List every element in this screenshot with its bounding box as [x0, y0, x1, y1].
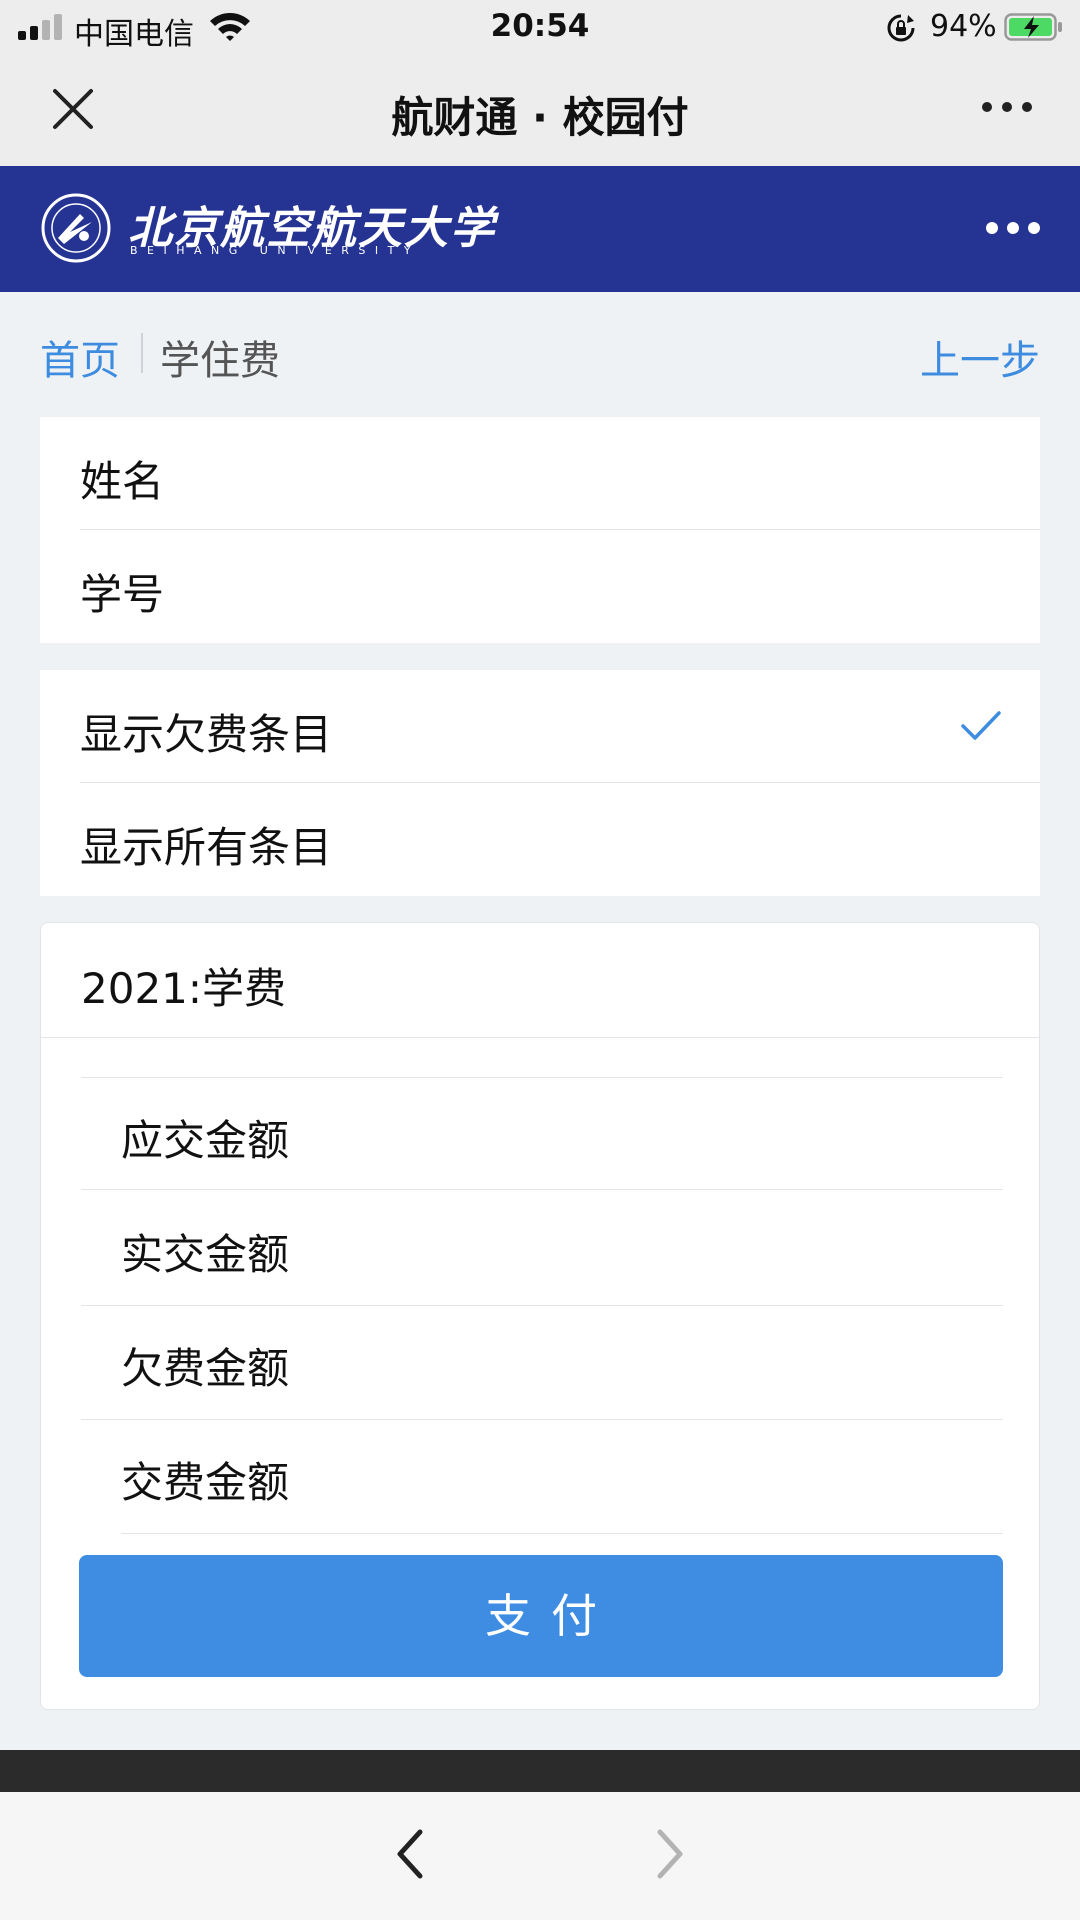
chevron-right-icon — [657, 1829, 683, 1879]
amount-owed-label: 欠费金额 — [121, 1344, 290, 1393]
university-name-en: BEIHANG UNIVERSITY — [130, 244, 421, 257]
checkmark-icon — [961, 711, 1001, 740]
university-logo — [41, 193, 111, 263]
student-id-label: 学号 — [80, 570, 165, 619]
browser-bottom-bar — [0, 1792, 1080, 1920]
amount-due-label: 应交金额 — [121, 1116, 290, 1165]
back-step-link[interactable]: 上一步 — [920, 328, 1040, 386]
battery-charging-icon — [1004, 13, 1062, 41]
webview-nav-bar: 航财通 · 校园付 — [0, 54, 1080, 166]
filter-card: 显示欠费条目 显示所有条目 — [40, 670, 1040, 896]
filter-option-all[interactable]: 显示所有条目 — [40, 783, 1040, 896]
row-divider — [81, 1305, 1003, 1306]
student-id-row: 学号 — [40, 530, 1040, 643]
breadcrumb-divider — [141, 333, 143, 373]
breadcrumb-home-link[interactable]: 首页 — [40, 328, 120, 386]
page-title: 航财通 · 校园付 — [391, 93, 689, 142]
filter-option-label: 显示欠费条目 — [80, 710, 333, 759]
status-time: 20:54 — [490, 8, 590, 44]
footer-strip — [0, 1750, 1080, 1792]
name-label: 姓名 — [80, 457, 165, 506]
rotation-lock-icon — [887, 14, 915, 42]
row-divider — [81, 1077, 1003, 1078]
student-info-card: 姓名 学号 — [40, 417, 1040, 643]
status-bar: 中国电信 20:54 94% — [0, 0, 1080, 54]
row-divider — [81, 1419, 1003, 1420]
battery-percent: 94% — [930, 9, 997, 44]
menu-dots-icon[interactable] — [986, 222, 1040, 236]
payment-amount-label: 交费金额 — [121, 1458, 290, 1507]
fee-header-divider — [41, 1037, 1039, 1038]
name-row: 姓名 — [40, 417, 1040, 530]
filter-option-unpaid[interactable]: 显示欠费条目 — [40, 670, 1040, 783]
filter-option-label: 显示所有条目 — [80, 823, 333, 872]
row-divider — [81, 1189, 1003, 1190]
amount-paid-label: 实交金额 — [121, 1230, 290, 1279]
breadcrumb-current: 学住费 — [160, 338, 280, 384]
more-options-icon[interactable] — [982, 102, 1032, 116]
row-divider — [121, 1533, 1003, 1534]
chevron-left-icon[interactable] — [386, 1824, 436, 1884]
pay-button[interactable]: 支付 — [79, 1555, 1003, 1677]
university-banner: 北京航空航天大学 BEIHANG UNIVERSITY — [0, 166, 1080, 292]
fee-card: 2021:学费 应交金额 实交金额 欠费金额 交费金额 支付 — [40, 922, 1040, 1710]
fee-title: 2021:学费 — [81, 964, 287, 1013]
